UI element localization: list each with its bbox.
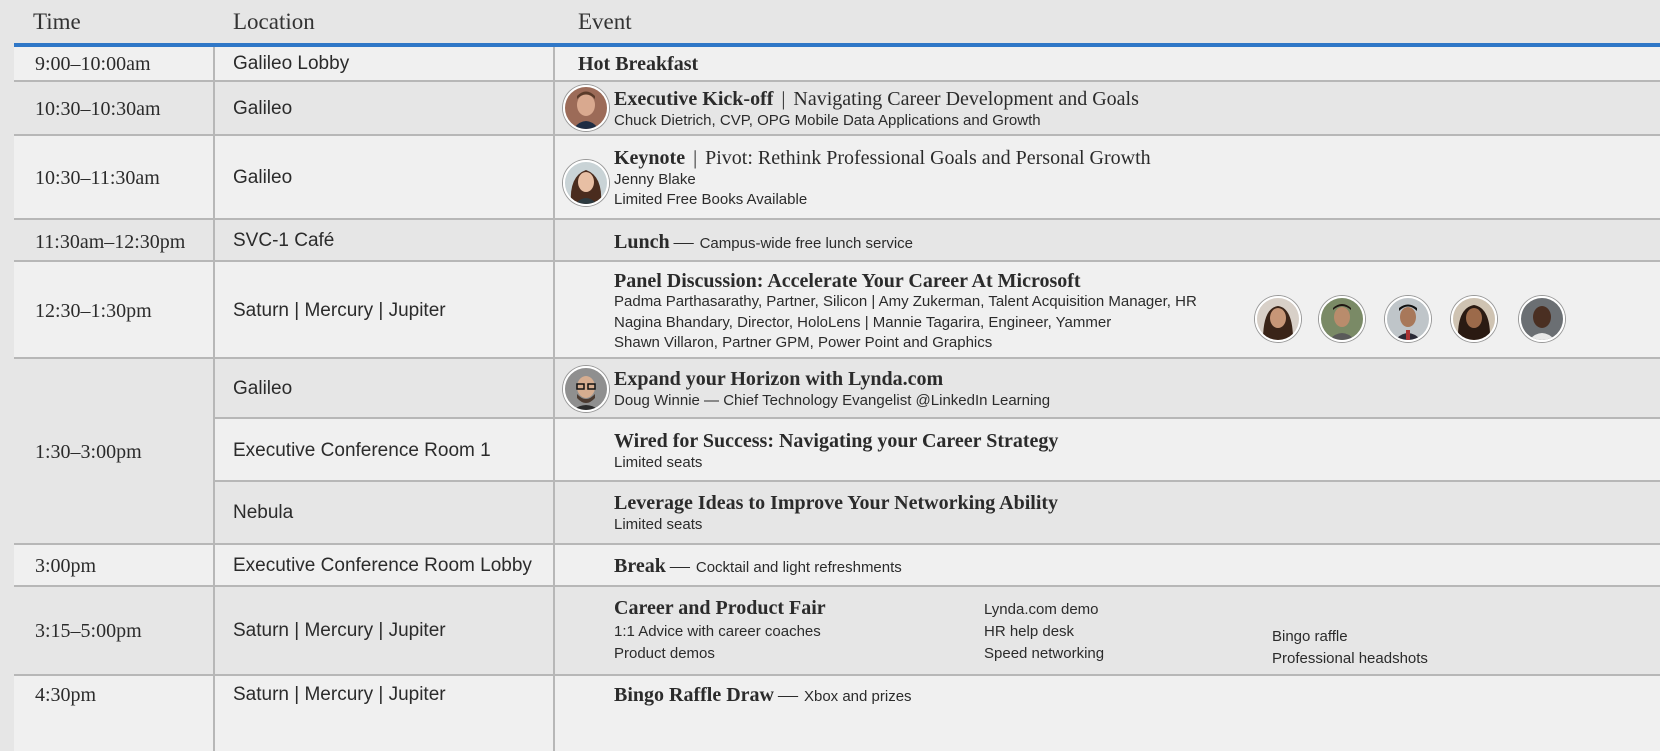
table-row: 11:30am–12:30pm SVC-1 Café Lunch — Campus-… — [14, 220, 1660, 262]
event-title: Lunch — Campus-wide free lunch service — [614, 231, 914, 253]
event-title: Career and Product Fair — [614, 597, 826, 619]
row-time: 9:00–10:00am — [35, 53, 151, 75]
panelist-avatar — [1385, 296, 1431, 342]
event-note: Limited Free Books Available — [614, 191, 808, 208]
row-location: Executive Conference Room 1 — [233, 440, 491, 461]
fair-item: 1:1 Advice with career coaches — [614, 623, 821, 640]
event-title: Wired for Success: Navigating your Caree… — [614, 430, 1059, 452]
table-row: 10:30–11:30am Galileo Keynote | Pivot: Ret… — [14, 136, 1660, 220]
panelist-line: Padma Parthasarathy, Partner, Silicon | … — [614, 293, 1197, 310]
fair-item: Lynda.com demo — [984, 601, 1099, 618]
table-row-group: 1:30–3:00pm Galileo Expand your Horizon … — [14, 359, 1660, 545]
panelist-line: Shawn Villaron, Partner GPM, Power Point… — [614, 334, 993, 351]
fair-item: Professional headshots — [1272, 650, 1428, 667]
table-row: 3:00pm Executive Conference Room Lobby B… — [14, 545, 1660, 587]
table-row: 3:15–5:00pm Saturn | Mercury | Jupiter C… — [14, 587, 1660, 676]
row-time: 12:30–1:30pm — [35, 300, 152, 322]
event-title: Leverage Ideas to Improve Your Networkin… — [614, 492, 1059, 514]
row-location: Galileo — [233, 98, 293, 119]
panelist-line: Nagina Bhandary, Director, HoloLens | Ma… — [614, 314, 1112, 331]
header-event: Event — [578, 9, 632, 34]
event-title: Bingo Raffle Draw — Xbox and prizes — [614, 684, 912, 706]
table-row: 4:30pm Saturn | Mercury | Jupiter Bingo … — [14, 676, 1660, 751]
table-header: Time Location Event — [0, 0, 1660, 44]
event-title: Break — Cocktail and light refreshments — [614, 555, 902, 577]
event-speaker: Doug Winnie — Chief Technology Evangelis… — [614, 392, 1051, 409]
session-row: Executive Conference Room 1 Wired for Su… — [215, 419, 1660, 482]
panelist-avatar — [1319, 296, 1365, 342]
speaker-avatar — [563, 366, 609, 412]
row-location: Saturn | Mercury | Jupiter — [233, 684, 446, 705]
row-location: Saturn | Mercury | Jupiter — [233, 620, 446, 641]
event-title: Executive Kick-off | Navigating Career Dev… — [614, 88, 1139, 110]
fair-item: Bingo raffle — [1272, 628, 1348, 645]
row-location: Galileo — [233, 378, 293, 399]
column-divider — [213, 47, 215, 80]
row-location: Nebula — [233, 502, 294, 523]
row-location: Galileo Lobby — [233, 53, 350, 74]
row-time: 4:30pm — [35, 684, 97, 706]
panelist-avatar — [1451, 296, 1497, 342]
event-title: Keynote | Pivot: Rethink Professional Goal… — [614, 147, 1151, 169]
panelist-avatar — [1255, 296, 1301, 342]
event-title: Expand your Horizon with Lynda.com — [614, 368, 944, 390]
speaker-avatar — [563, 85, 609, 131]
row-location: Galileo — [233, 167, 293, 188]
event-note: Limited seats — [614, 454, 703, 471]
row-time: 3:15–5:00pm — [35, 620, 142, 642]
table-row: 10:30–10:30am Galileo Executive Kick-off… — [14, 82, 1660, 136]
event-speaker: Jenny Blake — [614, 171, 696, 188]
row-location: Saturn | Mercury | Jupiter — [233, 300, 446, 321]
header-time: Time — [33, 9, 81, 34]
table-row: 12:30–1:30pm Saturn | Mercury | Jupiter … — [14, 262, 1660, 359]
row-time: 10:30–10:30am — [35, 98, 161, 120]
event-title: Panel Discussion: Accelerate Your Career… — [614, 270, 1081, 292]
row-time: 1:30–3:00pm — [35, 441, 142, 463]
event-title: Hot Breakfast — [578, 53, 699, 75]
fair-item: HR help desk — [984, 623, 1075, 640]
speaker-avatar — [563, 160, 609, 206]
session-row: Nebula Leverage Ideas to Improve Your Ne… — [215, 482, 1660, 543]
column-divider — [553, 47, 555, 80]
row-location: Executive Conference Room Lobby — [233, 555, 532, 576]
session-row: Galileo Expand your Horizon with Lynda.c… — [215, 359, 1660, 419]
row-time: 10:30–11:30am — [35, 167, 160, 189]
table-row: 9:00–10:00am Galileo Lobby Hot Breakfast — [14, 47, 1660, 82]
panelist-avatar — [1519, 296, 1565, 342]
fair-item: Product demos — [614, 645, 715, 662]
event-note: Limited seats — [614, 516, 703, 533]
event-speaker: Chuck Dietrich, CVP, OPG Mobile Data App… — [614, 112, 1041, 129]
row-location: SVC-1 Café — [233, 230, 335, 251]
row-time: 3:00pm — [35, 555, 97, 577]
row-time: 11:30am–12:30pm — [35, 231, 186, 253]
header-location: Location — [233, 9, 315, 34]
fair-item: Speed networking — [984, 645, 1105, 662]
